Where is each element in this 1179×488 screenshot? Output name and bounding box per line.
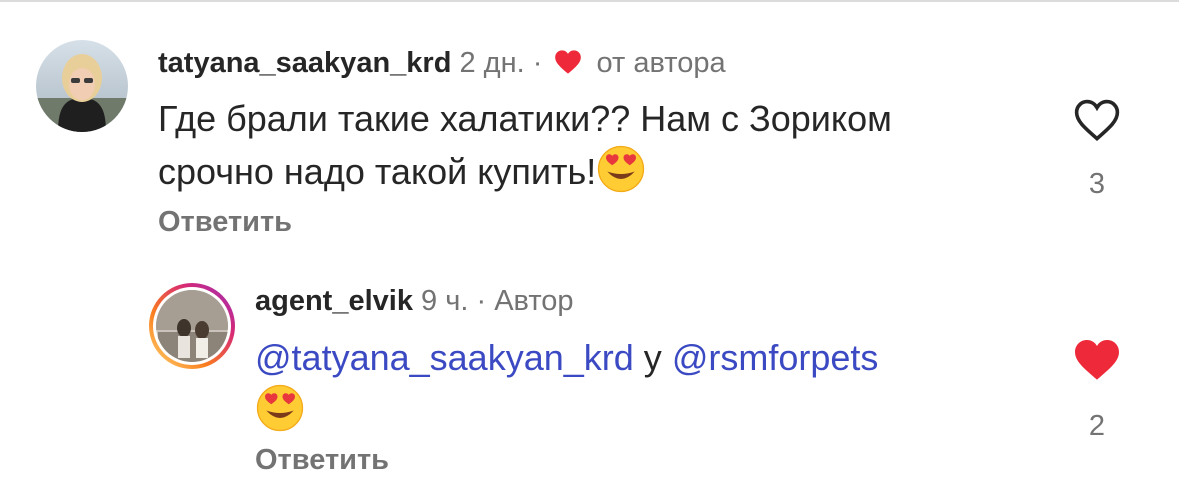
comment-text: @tatyana_saakyan_krd у @rsmforpets xyxy=(255,333,878,446)
comments-screen: tatyana_saakyan_krd 2 дн. · от автора Гд… xyxy=(0,0,1179,488)
liked-by-author-label: от автора xyxy=(596,47,726,79)
divider xyxy=(0,0,1179,2)
mention-link[interactable]: @rsmforpets xyxy=(672,337,879,378)
heart-filled-icon xyxy=(554,48,582,84)
comment-text-line: Где брали такие халатики?? Нам с Зориком xyxy=(158,98,892,139)
author-badge: Автор xyxy=(494,285,574,317)
meta-separator: · xyxy=(476,285,487,317)
avatar-agent-elvik[interactable] xyxy=(148,282,236,370)
comment-time: 9 ч. xyxy=(421,285,469,317)
heart-eyes-emoji-icon xyxy=(596,144,646,207)
connector-text: у xyxy=(643,337,662,378)
meta-separator: · xyxy=(532,47,543,79)
comment-text-line xyxy=(255,383,878,446)
comment-meta: tatyana_saakyan_krd 2 дн. · от автора xyxy=(158,45,726,84)
comment-meta: agent_elvik 9 ч. · Автор xyxy=(255,283,574,319)
comment-text: Где брали такие халатики?? Нам с Зориком… xyxy=(158,94,892,207)
heart-outline-icon[interactable] xyxy=(1073,98,1121,147)
comment-text-line: @tatyana_saakyan_krd у @rsmforpets xyxy=(255,333,878,383)
mention-link[interactable]: @tatyana_saakyan_krd xyxy=(255,337,634,378)
like-count: 3 xyxy=(1088,168,1106,200)
avatar-tatyana[interactable] xyxy=(36,40,128,132)
like-count: 2 xyxy=(1088,410,1106,442)
reply-button[interactable]: Ответить xyxy=(255,444,389,477)
heart-eyes-emoji-icon xyxy=(255,383,305,446)
username-tatyana[interactable]: tatyana_saakyan_krd xyxy=(158,47,451,79)
reply-button[interactable]: Ответить xyxy=(158,206,292,239)
comment-time: 2 дн. xyxy=(459,47,525,79)
username-agent-elvik[interactable]: agent_elvik xyxy=(255,285,413,317)
heart-filled-icon[interactable] xyxy=(1073,338,1121,387)
comment-text-line: срочно надо такой купить! xyxy=(158,144,892,207)
